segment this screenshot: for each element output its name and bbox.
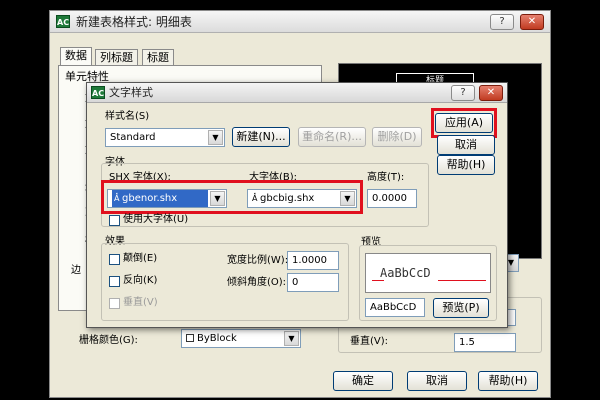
ok-button[interactable]: 确定 [333,371,393,391]
grid-color-value: ByBlock [197,333,237,344]
outer-help-button[interactable]: ? [490,14,514,30]
width-factor-label: 宽度比例(W): [227,255,289,266]
dialog-app-icon: AC [91,86,105,99]
outer-window-title: 新建表格样式: 明细表 [76,15,192,29]
dialog-help-button[interactable]: ? [451,85,475,101]
dialog-help-text-button[interactable]: 帮助(H) [437,155,495,175]
dialog-title-bar: AC 文字样式 ? ✕ [87,83,507,103]
dialog-cancel-button[interactable]: 取消 [437,135,495,155]
vertical-margin-field[interactable]: 1.5 [454,333,516,352]
preview-baseline-right [438,280,486,281]
use-bigfont-label: 使用大字体(U) [123,214,189,225]
border-label: 边 [71,265,81,276]
tab-title[interactable]: 标题 [142,49,174,66]
new-style-button[interactable]: 新建(N)... [232,127,290,147]
vertical-checkbox[interactable] [109,298,120,309]
dialog-title: 文字样式 [109,86,153,99]
app-icon: AC [56,15,70,28]
font-highlight-box [101,180,363,214]
vertical-margin-label: 垂直(V): [350,336,389,347]
tab-column-header[interactable]: 列标题 [95,49,138,66]
apply-highlight-box [431,108,497,138]
vertical-label: 垂直(V) [123,297,158,308]
backwards-label: 反向(K) [123,275,158,286]
outer-help-text-button[interactable]: 帮助(H) [478,371,538,391]
preview-canvas: AaBbCcD [365,253,491,293]
delete-style-button[interactable]: 删除(D) [372,127,422,147]
height-field[interactable]: 0.0000 [367,189,417,208]
preview-baseline-left [372,280,384,281]
chevron-down-icon: ▼ [284,331,299,346]
oblique-field[interactable]: 0 [287,273,339,292]
text-style-dialog: AC 文字样式 ? ✕ 样式名(S) Standard ▼ 新建(N)... 重… [86,82,508,328]
upside-down-label: 颠倒(E) [123,253,158,264]
tab-data[interactable]: 数据 [60,47,92,66]
style-name-label: 样式名(S) [105,111,150,122]
upside-down-checkbox[interactable] [109,254,120,265]
oblique-label: 倾斜角度(O): [227,277,287,288]
rename-style-button[interactable]: 重命名(R)... [298,127,366,147]
outer-close-button[interactable]: ✕ [520,14,544,30]
chevron-down-icon: ▼ [208,130,223,145]
height-label: 高度(T): [367,172,405,183]
preview-sample-text: AaBbCcD [380,266,431,280]
backwards-checkbox[interactable] [109,276,120,287]
style-name-select[interactable]: Standard ▼ [105,128,225,147]
outer-cancel-button[interactable]: 取消 [407,371,467,391]
use-bigfont-checkbox[interactable] [109,215,120,226]
grid-color-label: 栅格颜色(G): [79,335,138,346]
dialog-close-button[interactable]: ✕ [479,85,503,101]
color-swatch-icon [186,334,194,342]
preview-button[interactable]: 预览(P) [433,298,489,318]
style-name-value: Standard [110,132,156,143]
grid-color-select[interactable]: ByBlock ▼ [181,329,301,348]
outer-title-bar: AC 新建表格样式: 明细表 ? ✕ [50,11,550,33]
width-factor-field[interactable]: 1.0000 [287,251,339,270]
preview-text-input[interactable]: AaBbCcD [365,298,425,317]
